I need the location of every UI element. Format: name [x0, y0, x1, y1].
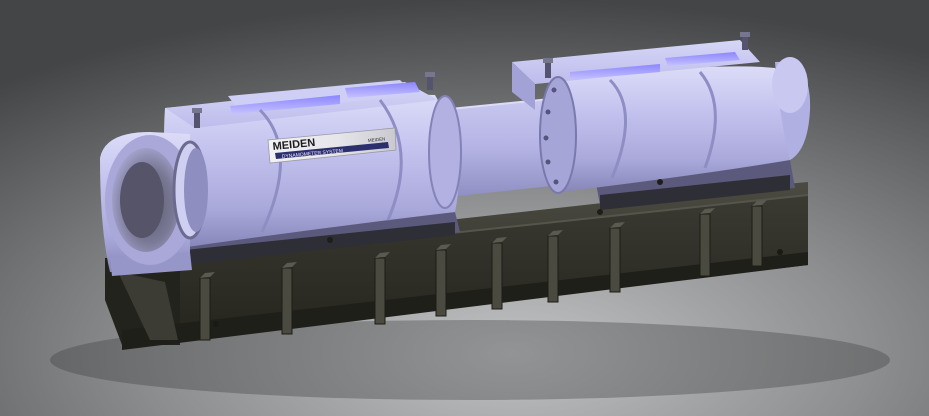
render-scene: MEIDEN DYNAMOMETER SYSTEM MEIDEN	[0, 0, 929, 416]
dynamometer-render: MEIDEN DYNAMOMETER SYSTEM MEIDEN	[0, 0, 929, 416]
